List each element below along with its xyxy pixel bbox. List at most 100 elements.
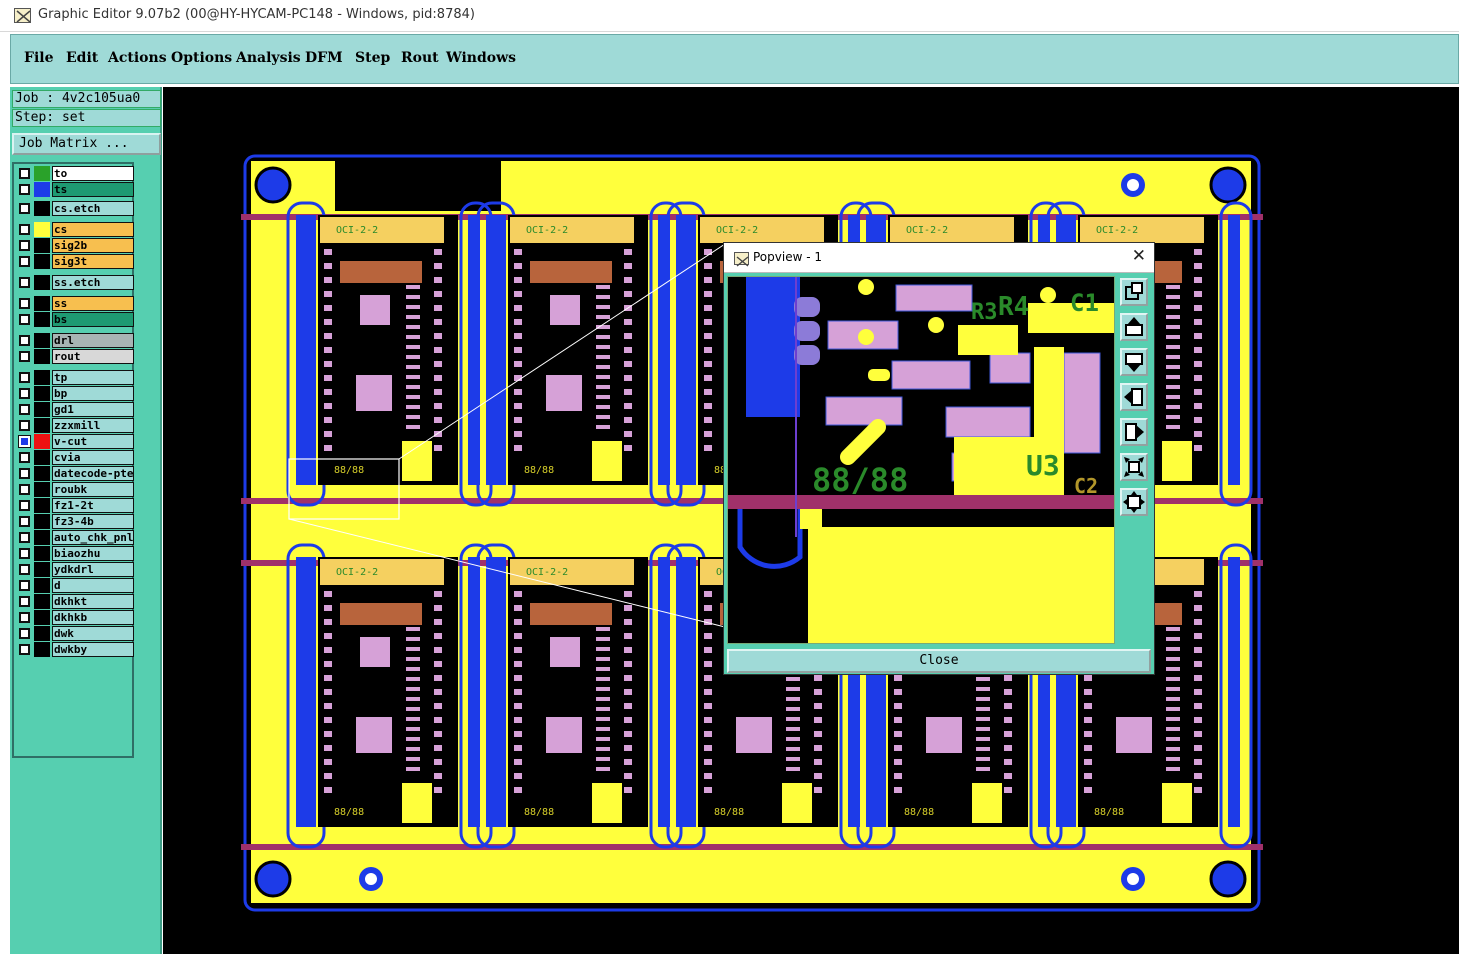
layer-name[interactable]: ts	[52, 182, 134, 197]
layer-name[interactable]: fz3-4b	[52, 514, 134, 529]
layer-color-swatch[interactable]	[34, 182, 50, 197]
layer-row-d[interactable]: d	[16, 578, 134, 593]
layer-name[interactable]: dkhkb	[52, 610, 134, 625]
layer-color-swatch[interactable]	[34, 434, 50, 449]
layer-color-swatch[interactable]	[34, 275, 50, 290]
layer-row-ydkdrl[interactable]: ydkdrl	[16, 562, 134, 577]
layer-name[interactable]: ydkdrl	[52, 562, 134, 577]
layer-row-bs[interactable]: bs	[16, 312, 134, 327]
layer-name[interactable]: cs.etch	[52, 201, 134, 216]
layer-checkbox[interactable]	[19, 184, 30, 195]
layer-checkbox[interactable]	[19, 612, 30, 623]
layer-row-fz1-2t[interactable]: fz1-2t	[16, 498, 134, 513]
layer-row-cvia[interactable]: cvia	[16, 450, 134, 465]
menu-actions[interactable]: Actions	[108, 50, 167, 66]
menu-options[interactable]: Options	[171, 50, 232, 66]
menu-windows[interactable]: Windows	[446, 50, 516, 66]
layer-row-zzxmill[interactable]: zzxmill	[16, 418, 134, 433]
layer-color-swatch[interactable]	[34, 312, 50, 327]
layer-checkbox[interactable]	[19, 240, 30, 251]
layer-name[interactable]: ss	[52, 296, 134, 311]
layer-checkbox[interactable]	[19, 256, 30, 267]
layer-color-swatch[interactable]	[34, 562, 50, 577]
layer-checkbox[interactable]	[19, 203, 30, 214]
layer-name[interactable]: roubk	[52, 482, 134, 497]
layer-name[interactable]: sig2b	[52, 238, 134, 253]
layer-name[interactable]: biaozhu	[52, 546, 134, 561]
menu-edit[interactable]: Edit	[66, 50, 98, 66]
layer-color-swatch[interactable]	[34, 610, 50, 625]
pan-down-icon[interactable]	[1120, 348, 1148, 376]
pan-right-icon[interactable]	[1120, 418, 1148, 446]
layer-color-swatch[interactable]	[34, 349, 50, 364]
layer-checkbox[interactable]	[19, 548, 30, 559]
layer-row-roubk[interactable]: roubk	[16, 482, 134, 497]
layer-name[interactable]: ss.etch	[52, 275, 134, 290]
layer-name[interactable]: gd1	[52, 402, 134, 417]
layer-row-fz3-4b[interactable]: fz3-4b	[16, 514, 134, 529]
layer-color-swatch[interactable]	[34, 594, 50, 609]
layer-row-tp[interactable]: tp	[16, 370, 134, 385]
menu-dfm[interactable]: DFM	[305, 50, 343, 66]
layer-checkbox[interactable]	[19, 516, 30, 527]
menu-file[interactable]: File	[24, 50, 53, 66]
layer-row-dkhkb[interactable]: dkhkb	[16, 610, 134, 625]
layer-color-swatch[interactable]	[34, 333, 50, 348]
layer-row-gd1[interactable]: gd1	[16, 402, 134, 417]
layer-checkbox[interactable]	[19, 314, 30, 325]
layer-checkbox[interactable]	[19, 500, 30, 511]
layer-row-sig3t[interactable]: sig3t	[16, 254, 134, 269]
layer-color-swatch[interactable]	[34, 626, 50, 641]
menu-step[interactable]: Step	[355, 50, 390, 66]
popview-zoom-canvas[interactable]: R3 R4 C1 U3 C2 88/88	[727, 276, 1115, 644]
layer-checkbox[interactable]	[19, 168, 30, 179]
layer-row-rout[interactable]: rout	[16, 349, 134, 364]
layer-checkbox[interactable]	[19, 628, 30, 639]
layer-row-dwk[interactable]: dwk	[16, 626, 134, 641]
layer-checkbox[interactable]	[19, 277, 30, 288]
menu-rout[interactable]: Rout	[401, 50, 439, 66]
layer-checkbox[interactable]	[19, 532, 30, 543]
layer-name[interactable]: fz1-2t	[52, 498, 134, 513]
layer-checkbox[interactable]	[19, 580, 30, 591]
layer-name[interactable]: dwk	[52, 626, 134, 641]
layer-name[interactable]: cvia	[52, 450, 134, 465]
layer-name[interactable]: auto_chk_pnl	[52, 530, 134, 545]
layer-checkbox[interactable]	[19, 388, 30, 399]
layer-row-ts[interactable]: ts	[16, 182, 134, 197]
layer-name[interactable]: drl	[52, 333, 134, 348]
layer-color-swatch[interactable]	[34, 514, 50, 529]
layer-color-swatch[interactable]	[34, 418, 50, 433]
layer-checkbox[interactable]	[19, 404, 30, 415]
layer-color-swatch[interactable]	[34, 530, 50, 545]
layer-row-to[interactable]: to	[16, 166, 134, 181]
layer-checkbox[interactable]	[18, 435, 31, 448]
zoom-in-icon[interactable]	[1120, 453, 1148, 481]
layer-color-swatch[interactable]	[34, 578, 50, 593]
layer-color-swatch[interactable]	[34, 254, 50, 269]
layer-name[interactable]: zzxmill	[52, 418, 134, 433]
layer-color-swatch[interactable]	[34, 546, 50, 561]
layer-row-bp[interactable]: bp	[16, 386, 134, 401]
layer-checkbox[interactable]	[19, 596, 30, 607]
layer-checkbox[interactable]	[19, 372, 30, 383]
pan-left-icon[interactable]	[1120, 383, 1148, 411]
layer-color-swatch[interactable]	[34, 402, 50, 417]
layer-name[interactable]: cs	[52, 222, 134, 237]
layer-checkbox[interactable]	[19, 644, 30, 655]
popview-title-bar[interactable]: Popview - 1 ✕	[724, 243, 1154, 273]
layer-name[interactable]: bs	[52, 312, 134, 327]
layer-name[interactable]: sig3t	[52, 254, 134, 269]
layer-checkbox[interactable]	[19, 564, 30, 575]
close-icon[interactable]: ✕	[1132, 246, 1146, 266]
layer-row-auto-chk-pnl[interactable]: auto_chk_pnl	[16, 530, 134, 545]
menu-analysis[interactable]: Analysis	[236, 50, 301, 66]
layer-color-swatch[interactable]	[34, 238, 50, 253]
layer-checkbox[interactable]	[19, 468, 30, 479]
layer-color-swatch[interactable]	[34, 498, 50, 513]
layer-name[interactable]: dkhkt	[52, 594, 134, 609]
layer-name[interactable]: to	[52, 166, 134, 181]
layer-color-swatch[interactable]	[34, 222, 50, 237]
layer-color-swatch[interactable]	[34, 482, 50, 497]
popview-zoom-graphic[interactable]: R3 R4 C1 U3 C2 88/88	[728, 277, 1114, 643]
